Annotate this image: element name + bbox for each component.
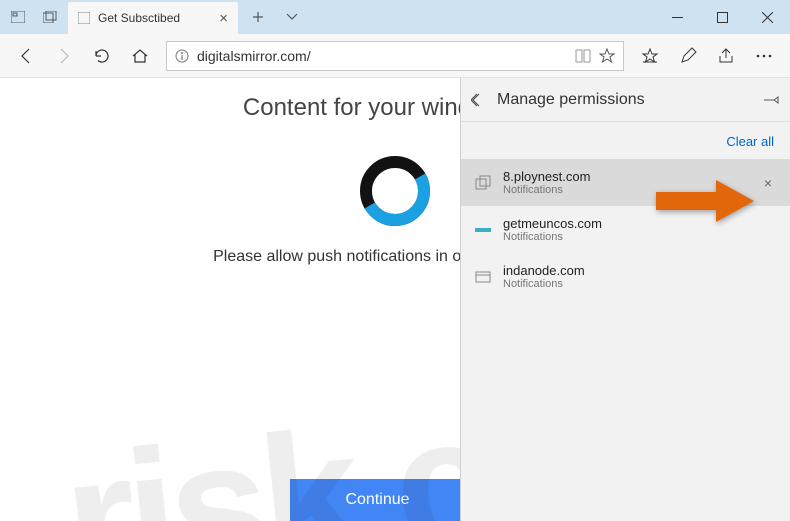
annotation-arrow-icon [656,178,756,224]
permission-domain: indanode.com [503,263,778,278]
browser-tab[interactable]: Get Subsctibed × [68,2,238,34]
refresh-button[interactable] [84,38,120,74]
forward-button [46,38,82,74]
permission-item[interactable]: indanode.com Notifications [461,253,790,300]
clear-all-link[interactable]: Clear all [726,134,774,149]
tab-favicon-icon [78,12,90,24]
more-icon[interactable] [746,38,782,74]
window-close-button[interactable] [745,0,790,34]
panel-back-icon[interactable] [471,93,487,107]
notes-icon[interactable] [670,38,706,74]
favorite-star-icon[interactable] [599,48,615,64]
site-type-icon [473,175,493,191]
window-titlebar: Get Subsctibed × [0,0,790,34]
permissions-panel: Manage permissions Clear all 8.ploynest.… [460,78,790,521]
favorites-hub-icon[interactable] [632,38,668,74]
loading-ring-icon [360,156,430,226]
site-type-icon [473,271,493,283]
back-button[interactable] [8,38,44,74]
panel-title: Manage permissions [497,91,754,109]
permission-sub: Notifications [503,278,778,290]
address-bar[interactable] [166,41,624,71]
url-input[interactable] [197,48,567,64]
remove-permission-icon[interactable]: × [758,175,778,191]
permission-sub: Notifications [503,231,778,243]
new-tab-button[interactable] [244,3,272,31]
continue-button[interactable]: Continue [290,479,465,521]
window-minimize-button[interactable] [655,0,700,34]
browser-toolbar [0,34,790,78]
share-icon[interactable] [708,38,744,74]
tab-title: Get Subsctibed [98,11,180,25]
window-maximize-button[interactable] [700,0,745,34]
site-info-icon[interactable] [175,49,189,63]
reading-view-icon[interactable] [575,49,591,63]
tab-chevron-down-icon[interactable] [278,3,306,31]
home-button[interactable] [122,38,158,74]
tabs-aside-icon[interactable] [4,3,32,31]
pin-icon[interactable] [764,93,780,107]
close-tab-icon[interactable]: × [219,10,228,27]
site-type-icon [473,225,493,235]
tabs-preview-icon[interactable] [36,3,64,31]
